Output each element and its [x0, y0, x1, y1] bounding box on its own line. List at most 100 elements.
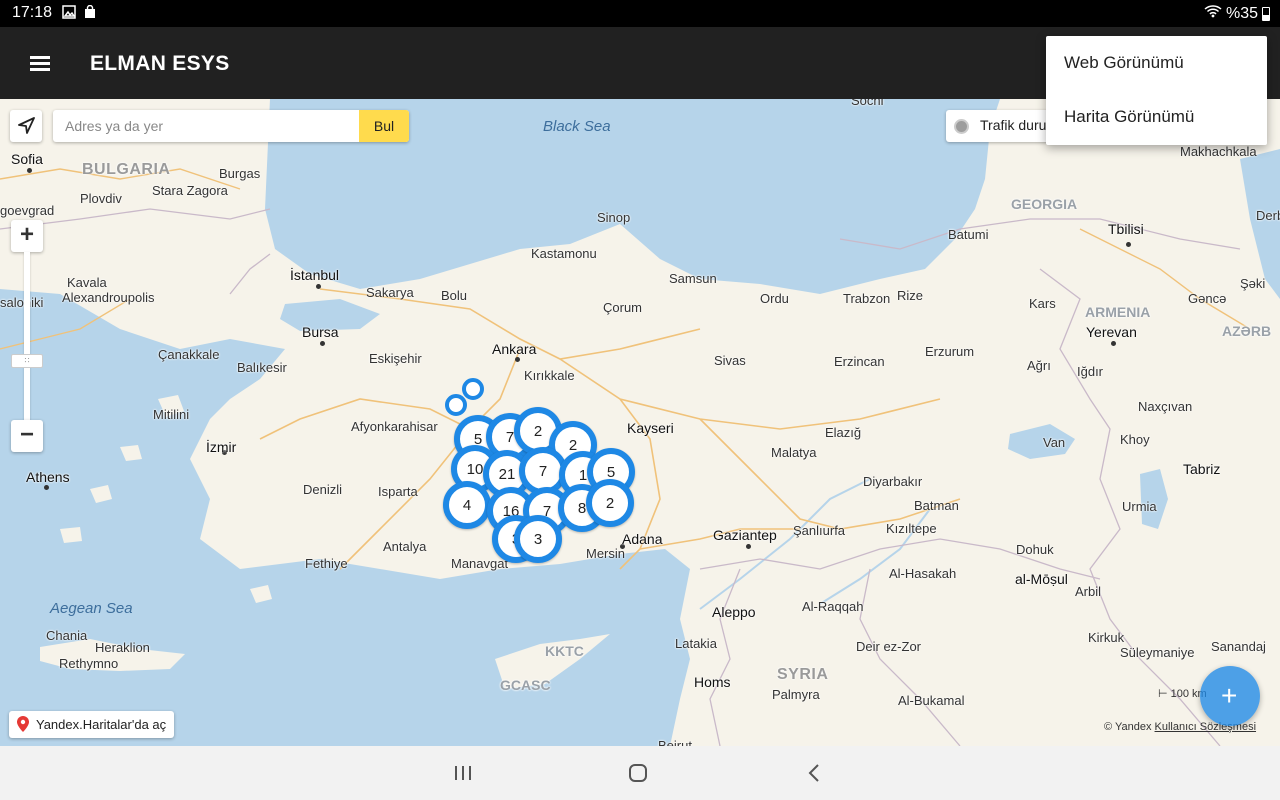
label-arbil: Arbil	[1075, 584, 1102, 599]
add-icon[interactable]	[1200, 666, 1260, 726]
label-aleppo: Aleppo	[712, 604, 756, 620]
app-title: ELMAN ESYS	[90, 52, 230, 75]
search-input[interactable]	[53, 110, 359, 142]
label-kastamonu: Kastamonu	[531, 246, 597, 261]
label-georgia: GEORGIA	[1011, 196, 1078, 212]
label-derb: Derb	[1256, 208, 1280, 223]
locate-button[interactable]	[10, 110, 42, 142]
view-menu: Web Görünümü Harita Görünümü	[1046, 36, 1267, 145]
recents-icon[interactable]	[451, 762, 475, 784]
map-cluster[interactable]: 2	[586, 479, 634, 527]
label-trabzon: Trabzon	[843, 291, 891, 306]
shopping-bag-icon	[83, 4, 97, 19]
label-plovdiv: Plovdiv	[80, 191, 122, 206]
label-mosul: al-Mōṣul	[1015, 571, 1068, 587]
label-makhachkala: Makhachkala	[1180, 144, 1257, 159]
label-ordu: Ordu	[760, 291, 789, 306]
label-istanbul: İstanbul	[290, 267, 340, 283]
traffic-button[interactable]: Trafik duru	[946, 110, 1056, 142]
label-corum: Çorum	[603, 300, 643, 315]
label-gaziantep: Gaziantep	[713, 527, 777, 543]
label-suleymaniye: Süleymaniye	[1120, 645, 1195, 660]
label-stara-zagora: Stara Zagora	[152, 183, 228, 198]
label-sanliurfa: Şanlıurfa	[793, 523, 846, 538]
label-rethymno: Rethymno	[59, 656, 119, 671]
map-view[interactable]: Black Sea Aegean Sea BULGARIA GEORGIA AR…	[0, 99, 1280, 746]
label-batman: Batman	[914, 498, 959, 513]
menu-item-map-view[interactable]: Harita Görünümü	[1046, 90, 1267, 144]
system-nav-bar	[0, 746, 1280, 800]
label-bursa: Bursa	[302, 324, 339, 340]
status-bar: 17:18 %35	[0, 0, 1280, 27]
label-kavala: Kavala	[67, 275, 107, 290]
label-azerbaijan: AZƏRB	[1222, 323, 1272, 339]
label-heraklion: Heraklion	[95, 640, 150, 655]
wifi-icon	[1204, 4, 1222, 23]
search-button[interactable]: Bul	[359, 110, 409, 142]
label-rize: Rize	[897, 288, 924, 303]
map-cluster[interactable]: 3	[514, 515, 562, 563]
label-sofia: Sofia	[11, 151, 43, 167]
gallery-icon	[62, 5, 76, 19]
label-seki: Şəki	[1240, 276, 1266, 291]
status-time: 17:18	[12, 4, 53, 21]
label-armenia: ARMENIA	[1085, 304, 1151, 320]
label-ankara: Ankara	[492, 341, 537, 357]
label-diyarbakir: Diyarbakır	[863, 474, 923, 489]
label-isparta: Isparta	[378, 484, 418, 499]
zoom-in-button[interactable]: +	[11, 220, 43, 252]
label-al-hasakah: Al-Hasakah	[889, 566, 957, 581]
zoom-out-button[interactable]: −	[11, 420, 43, 452]
label-black-sea: Black Sea	[543, 118, 611, 135]
label-samsun: Samsun	[669, 271, 717, 286]
label-al-raqqah: Al-Raqqah	[802, 599, 864, 614]
label-canakkale: Çanakkale	[158, 347, 220, 362]
zoom-slider-handle[interactable]: ∷	[11, 354, 43, 368]
label-erzincan: Erzincan	[834, 354, 885, 369]
label-chania: Chania	[46, 628, 88, 643]
label-izmir: İzmir	[206, 439, 237, 455]
label-fethiye: Fethiye	[305, 556, 348, 571]
label-malatya: Malatya	[771, 445, 817, 460]
label-saloniki: saloniki	[0, 295, 44, 310]
label-manavgat: Manavgat	[451, 556, 509, 571]
home-icon[interactable]	[627, 762, 651, 784]
label-sakarya: Sakarya	[366, 285, 414, 300]
battery-icon	[1262, 6, 1270, 21]
traffic-label: Trafik duru	[980, 117, 1047, 133]
zoom-slider[interactable]	[24, 252, 30, 420]
label-alexandroupolis: Alexandroupolis	[62, 290, 155, 305]
back-icon[interactable]	[803, 762, 827, 784]
location-arrow-icon	[18, 117, 35, 134]
label-tbilisi: Tbilisi	[1108, 221, 1144, 237]
open-in-yandex-maps-link[interactable]: Yandex.Haritalar'da aç	[9, 711, 175, 738]
label-igdir: Iğdır	[1077, 364, 1104, 379]
label-kayseri: Kayseri	[627, 420, 674, 436]
label-urmia: Urmia	[1122, 499, 1157, 514]
label-sinop: Sinop	[597, 210, 631, 225]
map-marker[interactable]	[445, 394, 467, 416]
label-eskisehir: Eskişehir	[369, 351, 422, 366]
label-kirkuk: Kirkuk	[1088, 630, 1125, 645]
label-antalya: Antalya	[383, 539, 427, 554]
label-gcasc: GCASC	[500, 677, 551, 693]
label-aegean-sea: Aegean Sea	[50, 600, 133, 617]
open-in-yandex-maps-label: Yandex.Haritalar'da aç	[36, 717, 167, 732]
label-goevgrad: goevgrad	[0, 203, 55, 218]
label-erzurum: Erzurum	[925, 344, 975, 359]
map-cluster[interactable]: 4	[443, 481, 491, 529]
battery-percent: %35	[1225, 4, 1258, 22]
label-athens: Athens	[26, 469, 70, 485]
label-van: Van	[1043, 435, 1066, 450]
label-yerevan: Yerevan	[1086, 324, 1137, 340]
label-palmyra: Palmyra	[772, 687, 820, 702]
label-burgas: Burgas	[219, 166, 261, 181]
label-sochi: Sochi	[851, 99, 884, 108]
menu-item-web-view[interactable]: Web Görünümü	[1046, 36, 1267, 90]
label-sivas: Sivas	[714, 353, 746, 368]
copyright-prefix: © Yandex	[1104, 721, 1152, 733]
map-marker[interactable]	[462, 378, 484, 400]
hamburger-menu-icon[interactable]	[22, 49, 58, 77]
search-box: Bul	[53, 110, 409, 142]
label-balikesir: Balıkesir	[237, 360, 287, 375]
